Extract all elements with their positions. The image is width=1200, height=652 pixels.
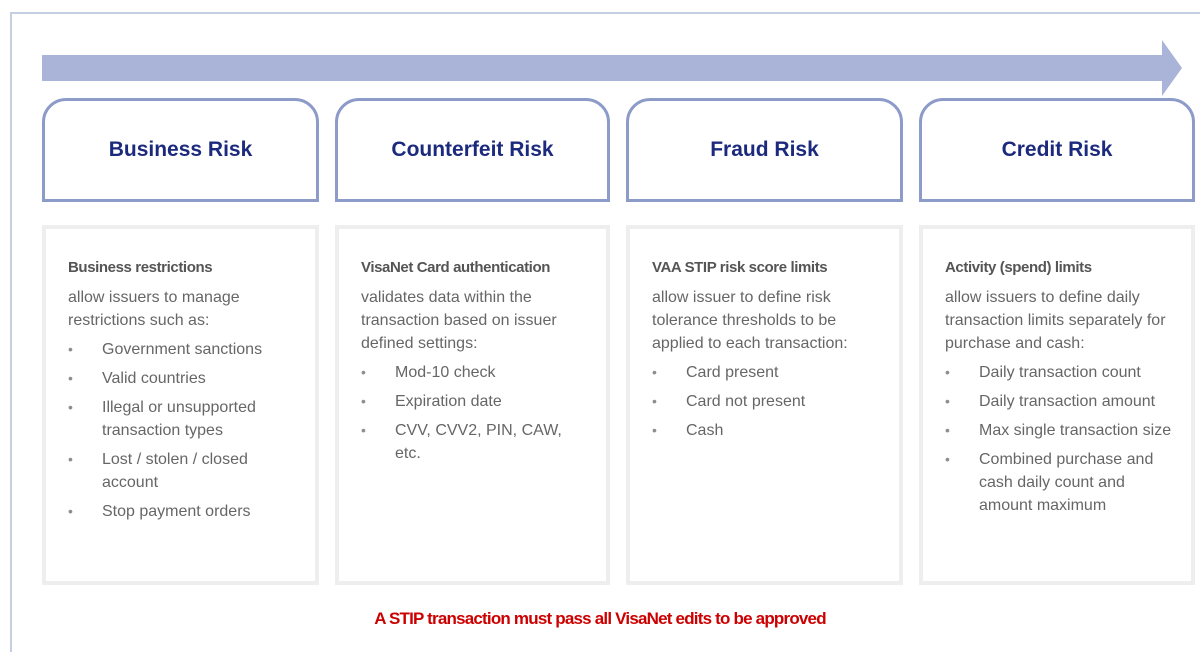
content-fraud-risk: VAA STIP risk score limits allow issuer … <box>626 225 903 585</box>
bullet-icon: • <box>945 364 950 380</box>
list-item-text: Illegal or unsupported transaction types <box>102 399 256 439</box>
list-item: • Cash <box>652 419 881 442</box>
header-fraud-risk-title: Fraud Risk <box>710 138 819 161</box>
bullet-icon: • <box>652 393 657 409</box>
fraud-risk-description: allow issuer to define risk tolerance th… <box>652 289 848 352</box>
fraud-risk-list: • Card present • Card not present • Cash <box>652 361 881 442</box>
credit-risk-description: allow issuers to define daily transactio… <box>945 289 1166 352</box>
list-item: • Combined purchase and cash daily count … <box>945 448 1173 517</box>
flow-arrow-shape <box>42 40 1182 96</box>
header-credit-risk-title: Credit Risk <box>1001 138 1113 161</box>
counterfeit-risk-subhead: VisaNet Card authentication <box>361 259 550 276</box>
counterfeit-risk-list: • Mod-10 check • Expiration date • CVV, CVV… <box>361 361 588 465</box>
list-item-text: Card not present <box>686 393 806 410</box>
bullet-icon: • <box>361 422 366 438</box>
content-business-risk: Business restrictions allow issuers to m… <box>42 225 319 585</box>
business-risk-subhead: Business restrictions <box>68 259 213 276</box>
list-item: • Illegal or unsupported transaction type… <box>68 396 297 442</box>
content-counterfeit-risk: VisaNet Card authentication validates da… <box>335 225 610 585</box>
list-item-text: Daily transaction count <box>979 364 1141 381</box>
header-fraud-risk: Fraud Risk <box>626 98 903 202</box>
list-item-text: Cash <box>686 422 724 439</box>
bullet-icon: • <box>945 393 950 409</box>
footer-note: A STIP transaction must pass all VisaNet… <box>374 609 826 628</box>
list-item: • Daily transaction amount <box>945 390 1173 413</box>
list-item-text: Valid countries <box>102 370 206 387</box>
bullet-icon: • <box>68 451 73 467</box>
counterfeit-risk-description: validates data within the transaction ba… <box>361 289 557 352</box>
list-item-text: Card present <box>686 364 779 381</box>
fraud-risk-subhead: VAA STIP risk score limits <box>652 259 828 276</box>
list-item-text: Daily transaction amount <box>979 393 1156 410</box>
list-item-text: CVV, CVV2, PIN, CAW, etc. <box>395 422 562 462</box>
list-item-text: Mod-10 check <box>395 364 496 381</box>
bullet-icon: • <box>945 451 950 467</box>
business-risk-description: allow issuers to manage restrictions suc… <box>68 289 240 329</box>
list-item-text: Lost / stolen / closed account <box>102 451 248 491</box>
list-item: • Daily transaction count <box>945 361 1173 384</box>
content-credit-risk: Activity (spend) limits allow issuers to… <box>919 225 1195 585</box>
credit-risk-subhead: Activity (spend) limits <box>945 259 1092 276</box>
bullet-icon: • <box>68 341 73 357</box>
bullet-icon: • <box>652 422 657 438</box>
list-item-text: Government sanctions <box>102 341 263 358</box>
credit-risk-list: • Daily transaction count • Daily transact… <box>945 361 1173 517</box>
header-business-risk-title: Business Risk <box>108 138 253 161</box>
bullet-icon: • <box>68 503 73 519</box>
header-counterfeit-risk-title: Counterfeit Risk <box>391 138 554 161</box>
list-item: • Max single transaction size <box>945 419 1173 442</box>
list-item: • Valid countries <box>68 367 297 390</box>
bullet-icon: • <box>68 370 73 386</box>
list-item: • Lost / stolen / closed account <box>68 448 297 494</box>
bullet-icon: • <box>361 393 366 409</box>
business-risk-list: • Government sanctions • Valid countries •… <box>68 338 297 523</box>
list-item: • Card present <box>652 361 881 384</box>
bullet-icon: • <box>68 399 73 415</box>
list-item: • Card not present <box>652 390 881 413</box>
bullet-icon: • <box>361 364 366 380</box>
flow-arrow <box>42 40 1182 96</box>
list-item: • Stop payment orders <box>68 500 297 523</box>
list-item: • CVV, CVV2, PIN, CAW, etc. <box>361 419 588 465</box>
list-item-text: Expiration date <box>395 393 502 410</box>
list-item-text: Combined purchase and cash daily count a… <box>979 451 1154 514</box>
list-item-text: Stop payment orders <box>102 503 251 520</box>
header-credit-risk: Credit Risk <box>919 98 1195 202</box>
bullet-icon: • <box>945 422 950 438</box>
list-item: • Mod-10 check <box>361 361 588 384</box>
header-counterfeit-risk: Counterfeit Risk <box>335 98 610 202</box>
list-item: • Government sanctions <box>68 338 297 361</box>
list-item: • Expiration date <box>361 390 588 413</box>
list-item-text: Max single transaction size <box>979 422 1172 439</box>
bullet-icon: • <box>652 364 657 380</box>
header-business-risk: Business Risk <box>42 98 319 202</box>
